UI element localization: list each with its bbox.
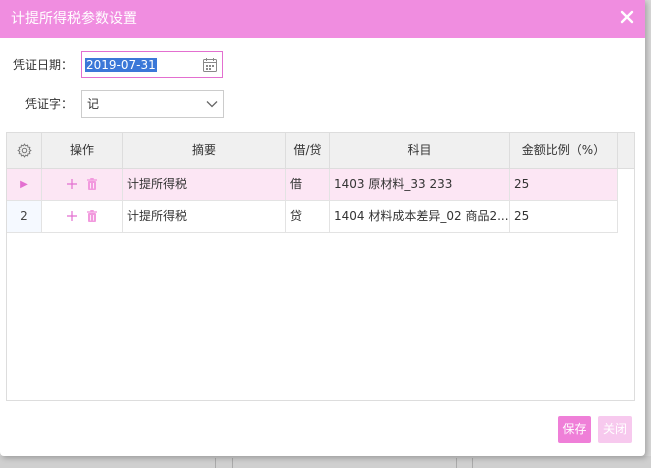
voucher-type-label: 凭证字： [25, 97, 74, 111]
background-divider [456, 458, 457, 468]
save-button[interactable]: 保存 [558, 416, 591, 443]
column-header-account: 科目 [330, 133, 510, 168]
row-number: 2 [7, 201, 42, 232]
column-header-ratio: 金额比例（%） [510, 133, 618, 168]
entries-grid: 操作 摘要 借/贷 科目 金额比例（%） ▶ 计提所得税 借 1403 原材料_… [6, 132, 635, 401]
table-row[interactable]: 2 计提所得税 贷 1404 材料成本差异_02 商品2... 25 [7, 201, 618, 233]
voucher-type-select[interactable]: 记 [81, 90, 224, 118]
row-actions [42, 201, 123, 232]
debit-credit-cell[interactable]: 贷 [286, 201, 330, 232]
table-row[interactable]: ▶ 计提所得税 借 1403 原材料_33 233 25 [7, 169, 618, 201]
background-strip [0, 456, 651, 468]
dialog-titlebar: 计提所得税参数设置 [0, 0, 645, 38]
row-actions [42, 169, 123, 200]
account-cell[interactable]: 1404 材料成本差异_02 商品2... [330, 201, 510, 232]
plus-icon[interactable] [65, 177, 79, 191]
summary-cell[interactable]: 计提所得税 [123, 201, 286, 232]
voucher-type-value: 记 [87, 97, 100, 111]
background-divider [232, 458, 233, 468]
ratio-cell[interactable]: 25 [510, 169, 618, 200]
grid-header: 操作 摘要 借/贷 科目 金额比例（%） [7, 133, 634, 169]
chevron-down-icon [206, 101, 218, 108]
calendar-icon[interactable] [202, 57, 218, 73]
grid-settings-cell[interactable] [7, 133, 42, 168]
column-header-ops: 操作 [42, 133, 123, 168]
background-divider [472, 458, 473, 468]
background-divider [215, 458, 216, 468]
column-header-debit-credit: 借/贷 [286, 133, 330, 168]
close-icon[interactable] [619, 9, 635, 25]
gear-icon[interactable] [16, 143, 32, 158]
summary-cell[interactable]: 计提所得税 [123, 169, 286, 200]
column-header-summary: 摘要 [123, 133, 286, 168]
row-indicator: ▶ [7, 169, 42, 200]
debit-credit-cell[interactable]: 借 [286, 169, 330, 200]
income-tax-settings-dialog: 计提所得税参数设置 凭证日期： 2019-07-31 凭证字： 记 操作 摘要 … [0, 0, 645, 456]
date-value: 2019-07-31 [85, 58, 157, 72]
voucher-date-input[interactable]: 2019-07-31 [81, 51, 223, 78]
close-button[interactable]: 关闭 [598, 416, 632, 443]
date-label: 凭证日期： [13, 58, 74, 72]
account-cell[interactable]: 1403 原材料_33 233 [330, 169, 510, 200]
trash-icon[interactable] [85, 209, 99, 223]
ratio-cell[interactable]: 25 [510, 201, 618, 232]
dialog-title: 计提所得税参数设置 [11, 11, 137, 27]
trash-icon[interactable] [85, 177, 99, 191]
plus-icon[interactable] [65, 209, 79, 223]
